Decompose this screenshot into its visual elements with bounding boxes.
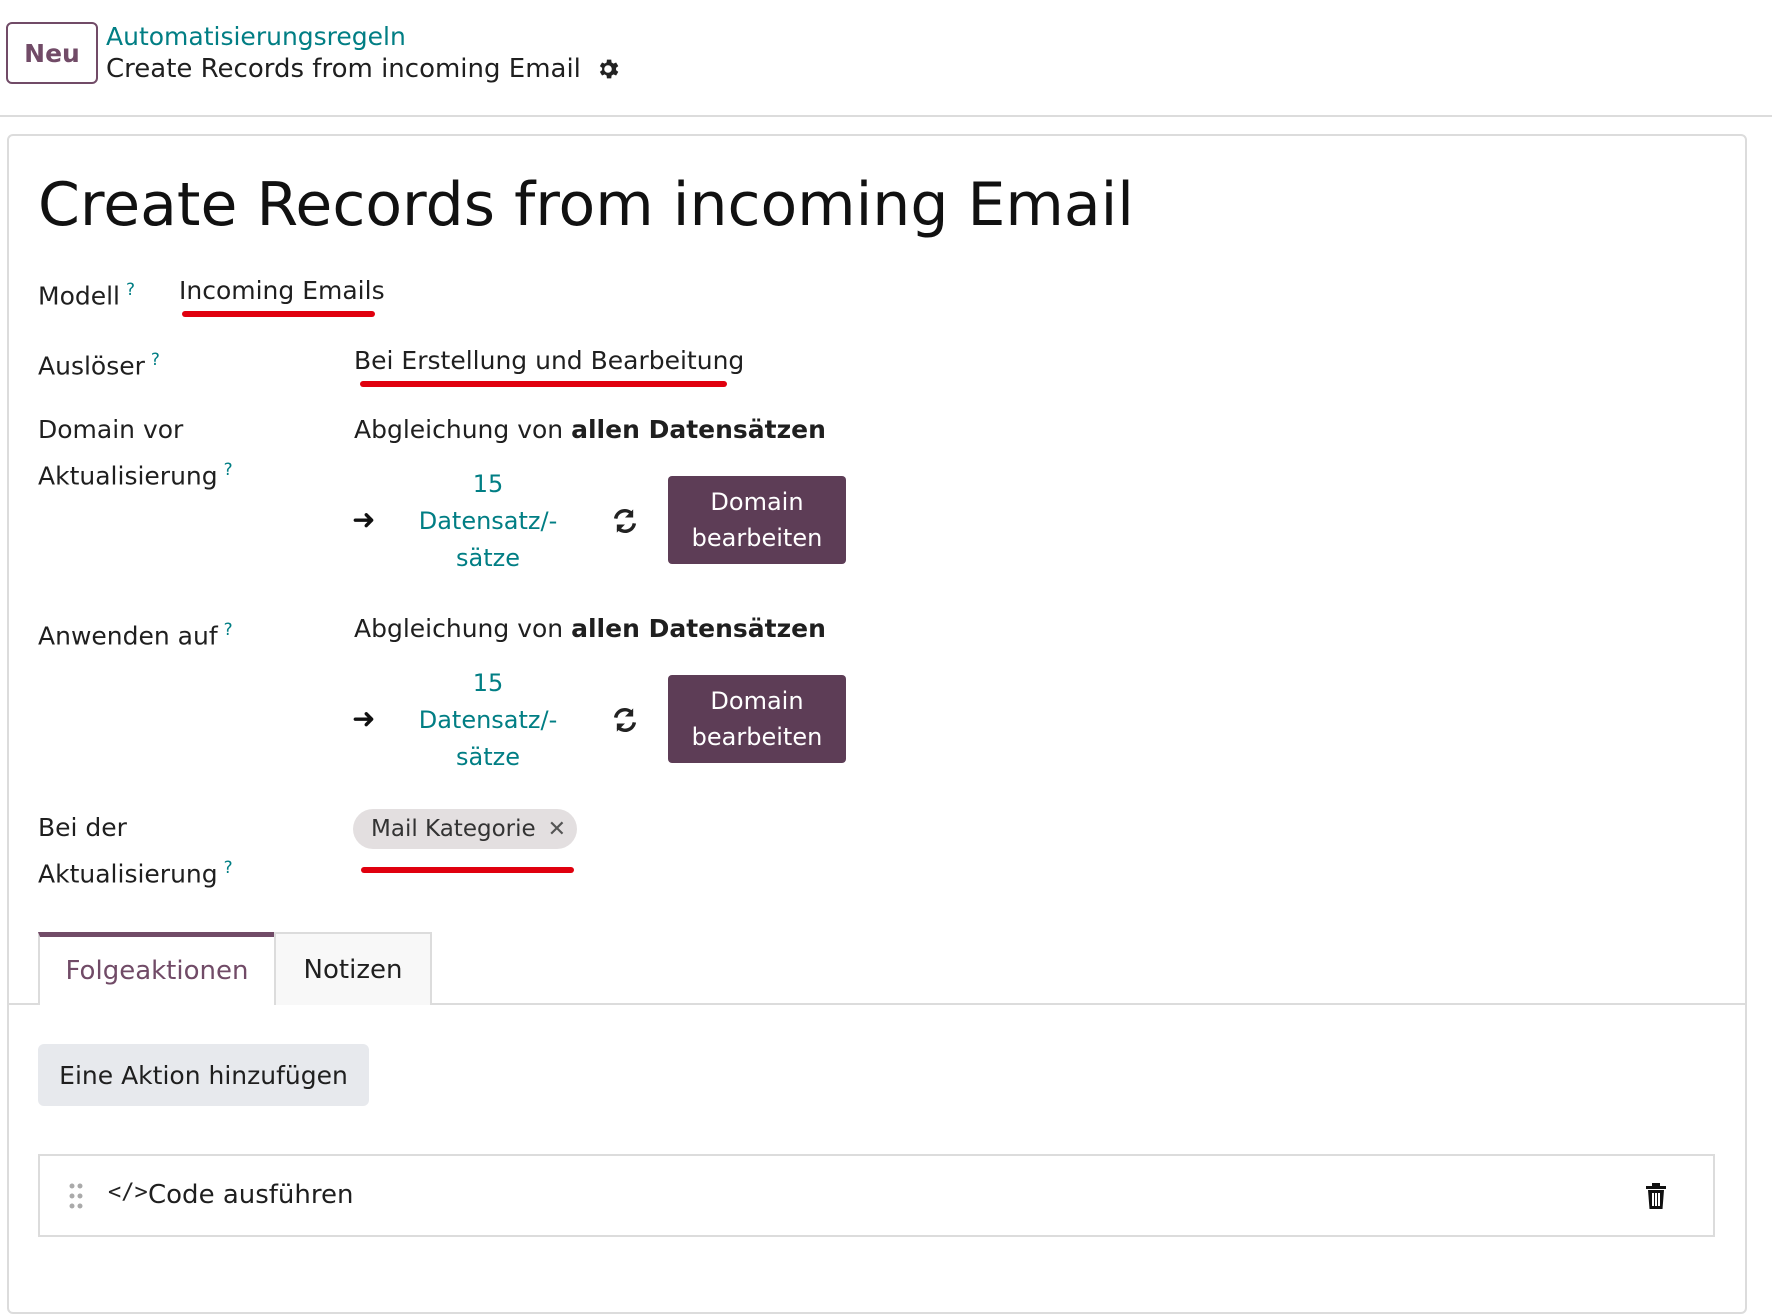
domain-before-label-line2: Aktualisierung: [38, 461, 218, 491]
on-update-label: Bei der Aktualisierung?: [38, 808, 233, 894]
annotation-underline: [182, 311, 375, 317]
field-tag: Mail Kategorie ✕: [353, 809, 577, 849]
record-count-label-line1: Datensatz/-: [418, 706, 558, 734]
refresh-icon[interactable]: [611, 507, 639, 535]
model-label: Modell?: [38, 270, 135, 316]
tab-folgeaktionen[interactable]: Folgeaktionen: [38, 932, 276, 1005]
match-bold: allen Datensätzen: [571, 415, 826, 444]
breadcrumb-current-label: Create Records from incoming Email: [106, 54, 581, 84]
edit-domain-button[interactable]: Domain bearbeiten: [668, 476, 846, 564]
model-value[interactable]: Incoming Emails: [179, 276, 385, 305]
edit-domain-label-line2: bearbeiten: [691, 524, 823, 552]
trigger-value[interactable]: Bei Erstellung und Bearbeitung: [354, 346, 744, 375]
refresh-icon[interactable]: [611, 706, 639, 734]
new-button[interactable]: Neu: [6, 22, 98, 84]
model-label-text: Modell: [38, 281, 121, 311]
help-icon[interactable]: ?: [224, 858, 233, 878]
breadcrumb-current: Create Records from incoming Email: [106, 54, 621, 84]
breadcrumb-parent-link[interactable]: Automatisierungsregeln: [106, 22, 406, 51]
record-count-link[interactable]: 15 Datensatz/- sätze: [413, 466, 563, 577]
match-prefix: Abgleichung von: [354, 415, 564, 444]
add-action-button[interactable]: Eine Aktion hinzufügen: [38, 1044, 369, 1106]
record-count-number: 15: [472, 669, 504, 697]
gear-icon[interactable]: [595, 56, 621, 82]
apply-on-label: Anwenden auf?: [38, 610, 233, 656]
edit-domain-label-line1: Domain: [710, 687, 804, 715]
help-icon[interactable]: ?: [151, 350, 160, 370]
apply-on-match-text: Abgleichung von allen Datensätzen: [354, 614, 826, 643]
record-count-label-line1: Datensatz/-: [418, 507, 558, 535]
field-tag-label: Mail Kategorie: [371, 816, 536, 842]
record-count-link[interactable]: 15 Datensatz/- sätze: [413, 665, 563, 776]
record-count-label-line2: sätze: [456, 544, 520, 572]
close-icon[interactable]: ✕: [548, 817, 566, 842]
domain-before-label-line1: Domain vor: [38, 415, 184, 444]
record-count-label-line2: sätze: [456, 743, 520, 771]
help-icon[interactable]: ?: [224, 460, 233, 480]
match-bold: allen Datensätzen: [571, 614, 826, 643]
action-label: Code ausführen: [148, 1180, 354, 1210]
tab-notizen[interactable]: Notizen: [274, 932, 432, 1005]
edit-domain-label-line1: Domain: [710, 488, 804, 516]
annotation-underline: [360, 381, 727, 387]
apply-on-label-text: Anwenden auf: [38, 621, 218, 651]
help-icon[interactable]: ?: [224, 620, 233, 640]
arrow-right-icon: ➜: [352, 702, 376, 735]
trigger-label-text: Auslöser: [38, 351, 145, 381]
code-icon: </>: [108, 1180, 148, 1205]
arrow-right-icon: ➜: [352, 503, 376, 536]
list-item[interactable]: </> Code ausführen: [38, 1154, 1715, 1237]
on-update-label-line1: Bei der: [38, 813, 127, 842]
trigger-label: Auslöser?: [38, 340, 160, 386]
trash-icon[interactable]: [1644, 1182, 1668, 1210]
page-title: Create Records from incoming Email: [38, 170, 1134, 240]
on-update-label-line2: Aktualisierung: [38, 859, 218, 889]
control-panel: Neu Automatisierungsregeln Create Record…: [0, 0, 1772, 117]
help-icon[interactable]: ?: [126, 280, 135, 300]
domain-before-match-text: Abgleichung von allen Datensätzen: [354, 415, 826, 444]
edit-domain-label-line2: bearbeiten: [691, 723, 823, 751]
drag-handle-icon[interactable]: [68, 1182, 84, 1210]
edit-domain-button[interactable]: Domain bearbeiten: [668, 675, 846, 763]
match-prefix: Abgleichung von: [354, 614, 564, 643]
record-count-number: 15: [472, 470, 504, 498]
annotation-underline: [361, 867, 574, 873]
domain-before-label: Domain vor Aktualisierung?: [38, 410, 233, 496]
